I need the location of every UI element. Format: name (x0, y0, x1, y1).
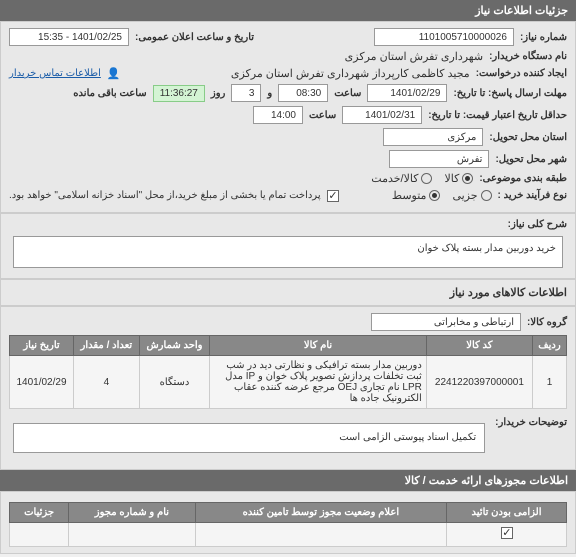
radio-service-label: کالا/خدمت (371, 172, 418, 185)
label-purchase-type: نوع فرآیند خرید : (498, 190, 567, 201)
label-buyer: نام دستگاه خریدار: (489, 51, 567, 62)
label-day-and: و (267, 88, 272, 99)
radio-medium-input[interactable] (429, 190, 440, 201)
label-deadline: مهلت ارسال پاسخ: تا تاریخ: (453, 88, 567, 99)
radio-small-input[interactable] (481, 190, 492, 201)
td-mandatory (447, 523, 567, 547)
row-classification: طبقه بندی موضوعی: کالا کالا/خدمت (9, 172, 567, 185)
label-validity: حداقل تاریخ اعتبار قیمت: تا تاریخ: (428, 110, 567, 121)
row-buyer-notes: توضیحات خریدار: تکمیل اسناد پیوستی الزام… (9, 417, 567, 459)
label-buyer-notes: توضیحات خریدار: (495, 417, 567, 428)
radio-goods-label: کالا (444, 172, 459, 185)
radio-group-purchase: جزیی متوسط (392, 189, 492, 202)
field-resp-days: 3 (231, 84, 261, 102)
radio-service-input[interactable] (421, 173, 432, 184)
main-header: جزئیات اطلاعات نیاز (0, 0, 576, 21)
main-header-text: جزئیات اطلاعات نیاز (475, 5, 568, 17)
field-city: تفرش (389, 150, 489, 168)
row-deadline: مهلت ارسال پاسخ: تا تاریخ: 1401/02/29 سا… (9, 84, 567, 102)
radio-service[interactable]: کالا/خدمت (371, 172, 432, 185)
permits-section: الزامی بودن تائید اعلام وضعیت مجوز توسط … (0, 491, 576, 554)
row-goods-group: گروه کالا: ارتباطی و مخابراتی (9, 313, 567, 331)
desc-box: خرید دوربین مدار بسته پلاک خوان (13, 236, 563, 268)
th-qty: تعداد / مقدار (74, 336, 140, 356)
contact-link[interactable]: اطلاعات تماس خریدار (9, 68, 101, 79)
field-resp-hour: 08:30 (278, 84, 328, 102)
td-code: 2241220397000001 (426, 356, 532, 409)
row-purchase-type: نوع فرآیند خرید : جزیی متوسط پرداخت تمام… (9, 189, 567, 202)
label-city: شهر محل تحویل: (495, 154, 567, 165)
td-unit: دستگاه (139, 356, 209, 409)
radio-small[interactable]: جزیی (452, 189, 491, 202)
person-icon: 👤 (107, 67, 121, 80)
row-city: شهر محل تحویل: تفرش (9, 150, 567, 168)
field-validity-hour: 14:00 (253, 106, 303, 124)
radio-goods[interactable]: کالا (444, 172, 473, 185)
row-need-number: شماره نیاز: 1101005710000026 تاریخ و ساع… (9, 28, 567, 46)
radio-small-label: جزیی (452, 189, 477, 202)
field-public-date: 1401/02/25 - 15:35 (9, 28, 129, 46)
th-code: کد کالا (426, 336, 532, 356)
label-public-date: تاریخ و ساعت اعلان عمومی: (135, 32, 254, 43)
form-section: شماره نیاز: 1101005710000026 تاریخ و ساع… (0, 21, 576, 213)
th-mandatory: الزامی بودن تائید (447, 503, 567, 523)
td-name: دوربین مدار بسته ترافیکی و نظارتی دید در… (210, 356, 427, 409)
goods-table: ردیف کد کالا نام کالا واحد شمارش تعداد /… (9, 335, 567, 409)
permits-row (10, 523, 567, 547)
row-buyer: نام دستگاه خریدار: شهرداری تفرش استان مر… (9, 50, 567, 63)
th-name: نام کالا (210, 336, 427, 356)
td-details (10, 523, 69, 547)
label-need-desc: شرح کلی نیاز: (508, 219, 567, 230)
radio-medium-label: متوسط (392, 189, 427, 202)
field-goods-group: ارتباطی و مخابراتی (371, 313, 521, 331)
field-need-number: 1101005710000026 (374, 28, 514, 46)
table-row: 1 2241220397000001 دوربین مدار بسته تراف… (10, 356, 567, 409)
row-validity: حداقل تاریخ اعتبار قیمت: تا تاریخ: 1401/… (9, 106, 567, 124)
label-goods-group: گروه کالا: (527, 317, 567, 328)
radio-medium[interactable]: متوسط (392, 189, 441, 202)
label-hour1: ساعت (334, 88, 361, 99)
desc-section: شرح کلی نیاز: خرید دوربین مدار بسته پلاک… (0, 213, 576, 279)
checkbox-payment[interactable] (327, 190, 339, 202)
label-classification: طبقه بندی موضوعی: (479, 173, 567, 184)
label-remaining: ساعت باقی مانده (73, 88, 146, 99)
field-province: مرکزی (383, 128, 483, 146)
th-unit: واحد شمارش (139, 336, 209, 356)
th-permit-status: اعلام وضعیت مجوز توسط تامین کننده (195, 503, 446, 523)
label-day-unit: روز (211, 88, 226, 99)
notes-box: تکمیل اسناد پیوستی الزامی است (13, 423, 485, 453)
td-row: 1 (532, 356, 566, 409)
td-status (195, 523, 446, 547)
timer: 11:36:27 (153, 85, 205, 102)
goods-info-header: اطلاعات کالاهای مورد نیاز (0, 279, 576, 306)
td-date: 1401/02/29 (10, 356, 74, 409)
td-qty: 4 (74, 356, 140, 409)
th-row: ردیف (532, 336, 566, 356)
label-requester: ایجاد کننده درخواست: (476, 68, 567, 79)
field-resp-date: 1401/02/29 (367, 84, 447, 102)
row-province: استان محل تحویل: مرکزی (9, 128, 567, 146)
radio-group-classification: کالا کالا/خدمت (371, 172, 473, 185)
td-attach (69, 523, 195, 547)
table-header-row: ردیف کد کالا نام کالا واحد شمارش تعداد /… (10, 336, 567, 356)
permits-header-text: اطلاعات مجوزهای ارائه خدمت / کالا (405, 475, 568, 487)
permits-table: الزامی بودن تائید اعلام وضعیت مجوز توسط … (9, 502, 567, 547)
payment-note: پرداخت تمام یا بخشی از مبلغ خرید،از محل … (9, 190, 321, 201)
value-buyer: شهرداری تفرش استان مرکزی (345, 50, 483, 63)
label-hour2: ساعت (309, 110, 336, 121)
permits-header: اطلاعات مجوزهای ارائه خدمت / کالا (0, 470, 576, 491)
field-validity-date: 1401/02/31 (342, 106, 422, 124)
value-requester: مجید کاظمی کارپرداز شهرداری تفرش استان م… (231, 67, 470, 80)
permits-header-row: الزامی بودن تائید اعلام وضعیت مجوز توسط … (10, 503, 567, 523)
th-attach: نام و شماره مجوز (69, 503, 195, 523)
th-details: جزئیات (10, 503, 69, 523)
label-need-number: شماره نیاز: (520, 32, 567, 43)
checkbox-mandatory[interactable] (501, 527, 513, 539)
radio-goods-input[interactable] (462, 173, 473, 184)
label-province: استان محل تحویل: (489, 132, 567, 143)
th-date: تاریخ نیاز (10, 336, 74, 356)
row-requester: ایجاد کننده درخواست: مجید کاظمی کارپرداز… (9, 67, 567, 80)
goods-section: گروه کالا: ارتباطی و مخابراتی ردیف کد کا… (0, 306, 576, 470)
